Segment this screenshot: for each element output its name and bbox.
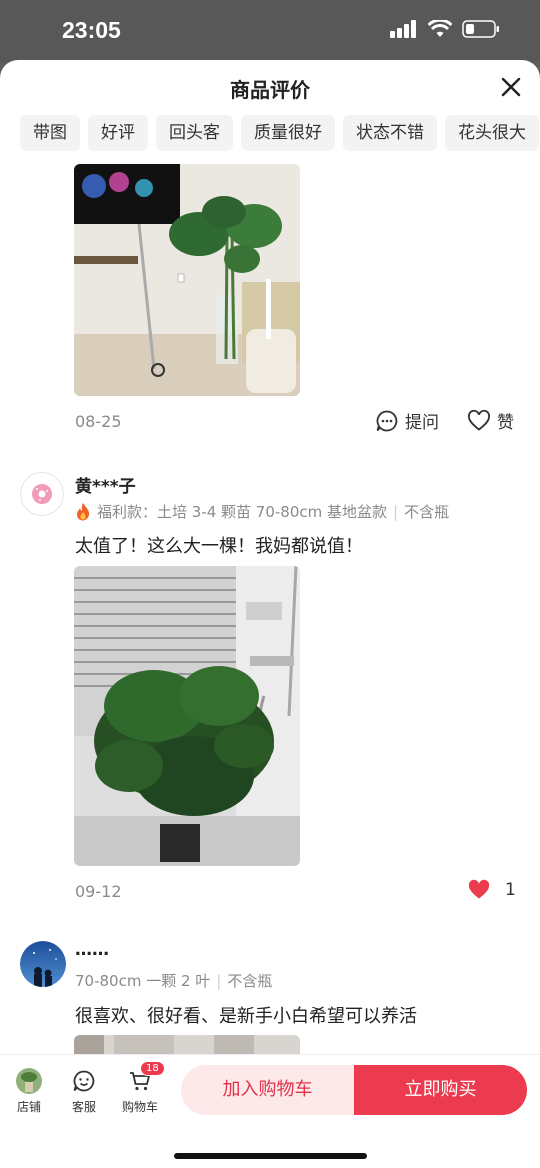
night-sky-avatar-icon: [20, 941, 66, 987]
purchase-spec: 70-80cm 一颗 2 叶 | 不含瓶: [75, 970, 272, 991]
plant-photo: [74, 566, 300, 866]
spec-tag: 福利款：土培 3-4 颗苗 70-80cm 基地盆款: [97, 503, 388, 521]
review-list: 08-25 提问 赞 黄***子 福利款：土培 3-4 颗苗 70-80cm 基…: [0, 164, 540, 1054]
plant-photo: [74, 164, 300, 396]
shop-button[interactable]: 店铺: [3, 1067, 55, 1115]
like-button[interactable]: 1: [467, 878, 516, 902]
ask-label: 提问: [405, 413, 439, 433]
shop-avatar-icon: [16, 1068, 42, 1094]
status-time: 23:05: [62, 17, 121, 43]
cart-button[interactable]: 18 购物车: [114, 1061, 166, 1115]
reviewer-name: 黄***子: [75, 477, 136, 497]
purchase-spec: 福利款：土培 3-4 颗苗 70-80cm 基地盆款 | 不含瓶: [75, 501, 449, 522]
status-bar: 23:05: [0, 0, 540, 62]
shop-label: 店铺: [16, 1100, 41, 1114]
heart-outline-icon: [468, 409, 490, 431]
cart-label: 购物车: [121, 1100, 158, 1114]
sheet-header: 商品评价: [0, 60, 540, 114]
review-text: 很喜欢、很好看、是新手小白希望可以养活: [75, 1006, 417, 1027]
spec-extra: 不含瓶: [404, 503, 450, 521]
like-count: 1: [505, 880, 516, 900]
bottom-action-bar: 店铺 客服 18 购物车 加入购物车 立即购买: [0, 1054, 540, 1168]
add-to-cart-button[interactable]: 加入购物车: [181, 1065, 354, 1115]
filter-chip[interactable]: 花头很大: [445, 115, 539, 151]
customer-service-icon: [73, 1070, 95, 1092]
avatar[interactable]: [20, 941, 66, 987]
filter-chip[interactable]: 质量很好: [241, 115, 335, 151]
review-sheet: 商品评价 带图 好评 回头客 质量很好 状态不错 花头很大 08-25 提问 赞…: [0, 60, 540, 1168]
review-photo[interactable]: [74, 164, 300, 396]
service-label: 客服: [71, 1100, 96, 1114]
fire-icon: [77, 503, 90, 521]
review-date: 09-12: [75, 882, 122, 901]
cart-badge: 18: [140, 1061, 165, 1076]
ask-button[interactable]: 提问: [375, 408, 439, 433]
review-text: 太值了！这么大一棵！我妈都说值！: [75, 536, 363, 557]
chat-bubble-icon: [376, 410, 398, 431]
filter-chip[interactable]: 状态不错: [343, 115, 437, 151]
plant-photo: [74, 1035, 300, 1054]
like-button[interactable]: 赞: [467, 408, 514, 433]
filter-chips: 带图 好评 回头客 质量很好 状态不错 花头很大: [20, 115, 539, 151]
spec-separator: |: [393, 502, 399, 521]
close-button[interactable]: [498, 74, 524, 100]
page-title: 商品评价: [230, 78, 310, 102]
avatar[interactable]: [20, 472, 64, 516]
home-indicator: [174, 1153, 367, 1159]
filter-chip[interactable]: 带图: [20, 115, 80, 151]
battery-icon: [462, 20, 499, 38]
review-photo[interactable]: [74, 566, 300, 866]
review-date: 08-25: [75, 412, 122, 431]
buy-now-button[interactable]: 立即购买: [354, 1065, 527, 1115]
close-icon: [501, 77, 521, 97]
reviewer-name: ……: [75, 940, 109, 960]
spec-extra: 不含瓶: [227, 972, 273, 990]
status-icons: [390, 20, 500, 38]
donut-avatar-icon: [20, 472, 64, 516]
filter-chip[interactable]: 回头客: [156, 115, 233, 151]
customer-service-button[interactable]: 客服: [58, 1067, 110, 1115]
spec-tag: 70-80cm 一颗 2 叶: [75, 972, 211, 990]
like-label: 赞: [497, 413, 514, 433]
wifi-icon: [428, 20, 452, 37]
heart-filled-icon: [468, 879, 490, 899]
review-photo[interactable]: [74, 1035, 300, 1054]
signal-icon: [390, 20, 416, 38]
spec-separator: |: [216, 971, 222, 990]
filter-chip[interactable]: 好评: [88, 115, 148, 151]
